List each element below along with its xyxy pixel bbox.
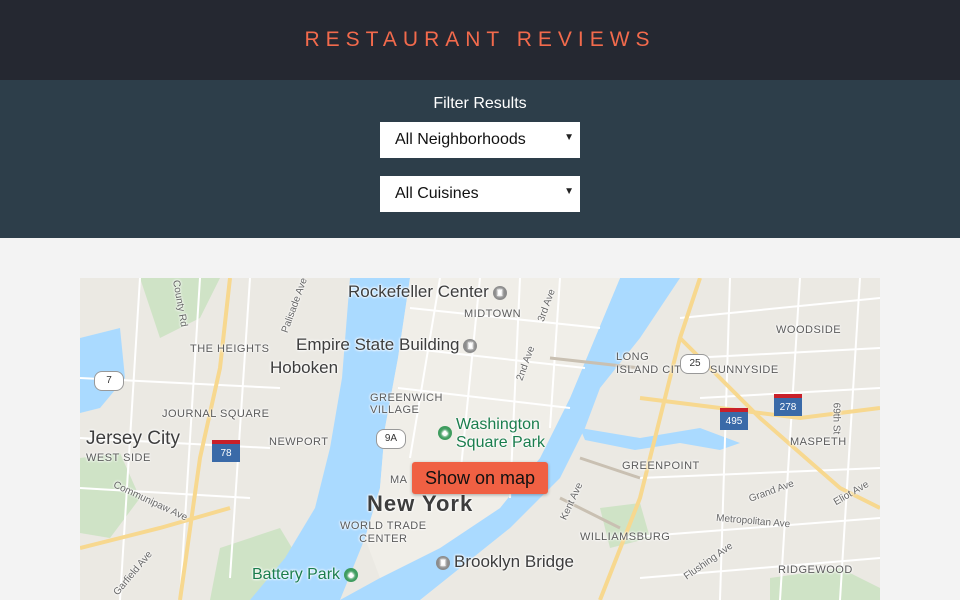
map-label-sunnyside: SUNNYSIDE	[710, 364, 779, 376]
map-label-newport: NEWPORT	[269, 436, 329, 448]
map-label-world-trade-center: WORLD TRADE CENTER	[340, 520, 427, 545]
neighborhoods-select[interactable]: All Neighborhoods ▼	[380, 122, 580, 158]
route-9a-shield-icon: 9A	[376, 429, 406, 449]
neighborhoods-select-value: All Neighborhoods	[395, 131, 526, 148]
dropdown-caret-icon: ▼	[564, 186, 574, 197]
show-on-map-button[interactable]: Show on map	[412, 462, 548, 494]
map-label-greenwich-village: GREENWICH VILLAGE	[370, 392, 443, 416]
dropdown-caret-icon: ▼	[564, 132, 574, 143]
map-label-washington-square: ♣ Washington Square Park	[434, 416, 545, 452]
map-label-greenpoint: GREENPOINT	[622, 460, 700, 472]
map-label-williamsburg: WILLIAMSBURG	[580, 531, 671, 543]
cuisines-select[interactable]: All Cuisines ▼	[380, 176, 580, 212]
map-label-the-heights: THE HEIGHTS	[190, 343, 270, 355]
park-pin-icon: ♣	[344, 567, 359, 582]
map-label-woodside: WOODSIDE	[776, 324, 842, 336]
map-label-long-island-city: LONG ISLAND CITY	[616, 351, 690, 376]
interstate-495-shield-icon: 495	[720, 408, 748, 430]
landmark-pin-icon: ♜	[436, 555, 450, 570]
map[interactable]: Rockefeller Center ♜ MIDTOWN Empire State…	[80, 278, 880, 600]
map-label-hoboken: Hoboken	[270, 358, 339, 377]
map-label-midtown: MIDTOWN	[464, 308, 522, 320]
app-header: RESTAURANT REVIEWS	[0, 0, 960, 80]
map-label-brooklyn-bridge: ♜ Brooklyn Bridge	[436, 552, 574, 572]
cuisines-select-value: All Cuisines	[395, 185, 479, 202]
map-label-ridgewood: RIDGEWOOD	[778, 564, 853, 576]
filter-panel: Filter Results All Neighborhoods ▼ All C…	[0, 80, 960, 238]
map-label-rockefeller: Rockefeller Center ♜	[348, 282, 507, 302]
map-label-new-york: New York	[367, 491, 474, 516]
page-title[interactable]: RESTAURANT REVIEWS	[304, 28, 655, 52]
map-label-empire-state: Empire State Building ♜	[296, 335, 478, 355]
map-label-battery-park: Battery Park ♣	[252, 566, 359, 584]
interstate-78-shield-icon: 78	[212, 440, 240, 462]
map-label-maspeth: MASPETH	[790, 436, 847, 448]
filter-label: Filter Results	[433, 95, 527, 112]
map-label-ma: MA	[390, 474, 408, 486]
landmark-pin-icon: ♜	[463, 338, 478, 353]
route-7-shield-icon: 7	[94, 371, 124, 391]
map-label-jersey-city: Jersey City	[86, 428, 180, 449]
park-pin-icon: ♣	[438, 426, 452, 440]
map-label-west-side: WEST SIDE	[86, 452, 151, 464]
landmark-pin-icon: ♜	[492, 285, 507, 300]
route-25-shield-icon: 25	[680, 354, 710, 374]
map-road-69th-st: 69th St	[830, 402, 842, 435]
map-label-journal-square: JOURNAL SQUARE	[162, 408, 270, 420]
interstate-278-shield-icon: 278	[774, 394, 802, 416]
